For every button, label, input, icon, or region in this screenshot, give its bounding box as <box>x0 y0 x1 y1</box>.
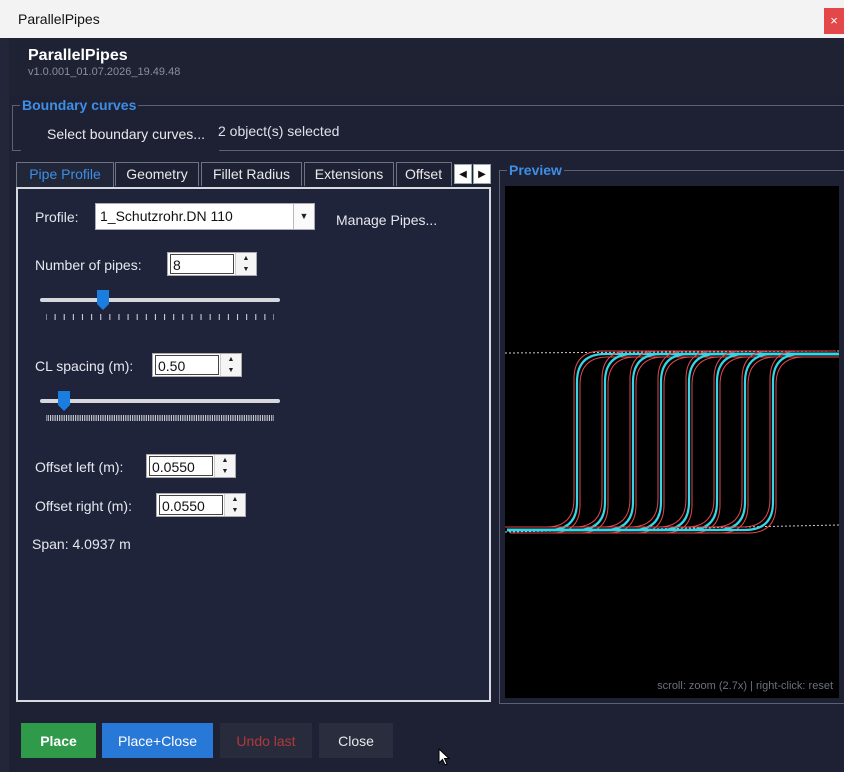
stepper-up-icon[interactable]: ▲ <box>236 253 256 264</box>
pipe-centerline <box>507 352 839 532</box>
stepper-down-icon[interactable]: ▼ <box>236 264 256 275</box>
app-version: v1.0.001_01.07.2026_19.49.48 <box>28 66 181 78</box>
pipe-offset-line <box>510 356 842 534</box>
tab-fillet-radius[interactable]: Fillet Radius <box>201 162 302 186</box>
pipe-centerline <box>507 352 839 532</box>
profile-label: Profile: <box>35 209 79 225</box>
stepper-down-icon[interactable]: ▼ <box>221 365 241 376</box>
stepper-up-icon[interactable]: ▲ <box>215 455 235 466</box>
pipe-centerline <box>507 352 839 532</box>
preview-legend: Preview <box>507 162 564 178</box>
preview-canvas[interactable]: scroll: zoom (2.7x) | right-click: reset <box>504 186 842 698</box>
pipe-offset-line <box>510 356 842 534</box>
stepper-up-icon[interactable]: ▲ <box>221 354 241 365</box>
pipe-offset-line <box>504 350 836 528</box>
preview-hint: scroll: zoom (2.7x) | right-click: reset <box>657 680 833 692</box>
offset-left-value[interactable]: 0.0550 <box>149 456 213 476</box>
left-strip <box>0 38 9 772</box>
cl-spacing-label: CL spacing (m): <box>35 358 134 374</box>
tab-scroll-right-icon[interactable]: ▶ <box>473 164 491 184</box>
tab-extensions[interactable]: Extensions <box>304 162 394 186</box>
pipe-offset-line <box>510 356 842 534</box>
mouse-cursor-icon <box>438 748 450 766</box>
slider-thumb[interactable] <box>97 290 109 310</box>
offset-right-stepper[interactable]: 0.0550 ▲ ▼ <box>156 493 246 517</box>
tab-strip: Pipe Profile Geometry Fillet Radius Exte… <box>16 162 492 188</box>
window-title: ParallelPipes <box>18 11 100 27</box>
offset-left-label: Offset left (m): <box>35 459 124 475</box>
number-of-pipes-slider[interactable] <box>40 290 280 320</box>
profile-dropdown[interactable]: 1_Schutzrohr.DN 110 ▼ <box>95 203 315 230</box>
pipe-offset-line <box>510 356 842 534</box>
manage-pipes-button[interactable]: Manage Pipes... <box>330 206 443 234</box>
pipe-offset-line <box>504 350 836 528</box>
pipe-offset-line <box>510 356 842 534</box>
cl-spacing-value[interactable]: 0.50 <box>155 355 219 375</box>
number-of-pipes-stepper[interactable]: 8 ▲ ▼ <box>167 252 257 276</box>
pipe-offset-line <box>504 350 836 528</box>
number-of-pipes-value[interactable]: 8 <box>170 254 234 274</box>
pipe-centerline <box>507 352 839 532</box>
profile-value: 1_Schutzrohr.DN 110 <box>100 208 233 224</box>
offset-right-value[interactable]: 0.0550 <box>159 495 223 515</box>
pipe-centerline <box>507 352 839 532</box>
tab-geometry[interactable]: Geometry <box>115 162 199 186</box>
pipe-offset-line <box>504 350 836 528</box>
pipe-offset-line <box>510 356 842 534</box>
pipe-offset-line <box>504 350 836 528</box>
stepper-down-icon[interactable]: ▼ <box>215 466 235 477</box>
chevron-down-icon[interactable]: ▼ <box>293 204 314 229</box>
tab-pipe-profile[interactable]: Pipe Profile <box>16 162 114 188</box>
tab-offset[interactable]: Offset L <box>396 162 452 186</box>
close-button[interactable]: Close <box>319 723 393 758</box>
slider-thumb[interactable] <box>58 391 70 411</box>
app-name: ParallelPipes <box>28 47 128 64</box>
pipe-offset-line <box>510 356 842 534</box>
pipe-offset-line <box>510 356 842 534</box>
pipe-centerline <box>507 352 839 532</box>
stepper-up-icon[interactable]: ▲ <box>225 494 245 505</box>
select-boundary-curves-button[interactable]: Select boundary curves... <box>21 115 219 151</box>
preview-drawing <box>504 350 842 534</box>
offset-right-label: Offset right (m): <box>35 498 132 514</box>
stepper-down-icon[interactable]: ▼ <box>225 505 245 516</box>
app-header: ParallelPipes v1.0.001_01.07.2026_19.49.… <box>9 38 844 96</box>
number-of-pipes-label: Number of pipes: <box>35 257 142 273</box>
place-close-button[interactable]: Place+Close <box>102 723 213 758</box>
pipe-offset-line <box>504 350 836 528</box>
pipe-centerline <box>507 352 839 532</box>
span-readout: Span: 4.0937 m <box>32 536 131 552</box>
pipe-centerline <box>507 352 839 532</box>
boundary-curves-legend: Boundary curves <box>20 97 139 113</box>
pipe-offset-line <box>504 350 836 528</box>
cl-spacing-stepper[interactable]: 0.50 ▲ ▼ <box>152 353 242 377</box>
objects-selected-status: 2 object(s) selected <box>218 123 340 139</box>
place-button[interactable]: Place <box>21 723 96 758</box>
tab-scroll-left-icon[interactable]: ◀ <box>454 164 472 184</box>
cl-spacing-slider[interactable] <box>40 391 280 421</box>
offset-left-stepper[interactable]: 0.0550 ▲ ▼ <box>146 454 236 478</box>
window-close-button[interactable]: × <box>824 8 844 34</box>
pipe-offset-line <box>504 350 836 528</box>
undo-last-button[interactable]: Undo last <box>220 723 312 758</box>
window-titlebar: ParallelPipes × <box>0 0 844 38</box>
